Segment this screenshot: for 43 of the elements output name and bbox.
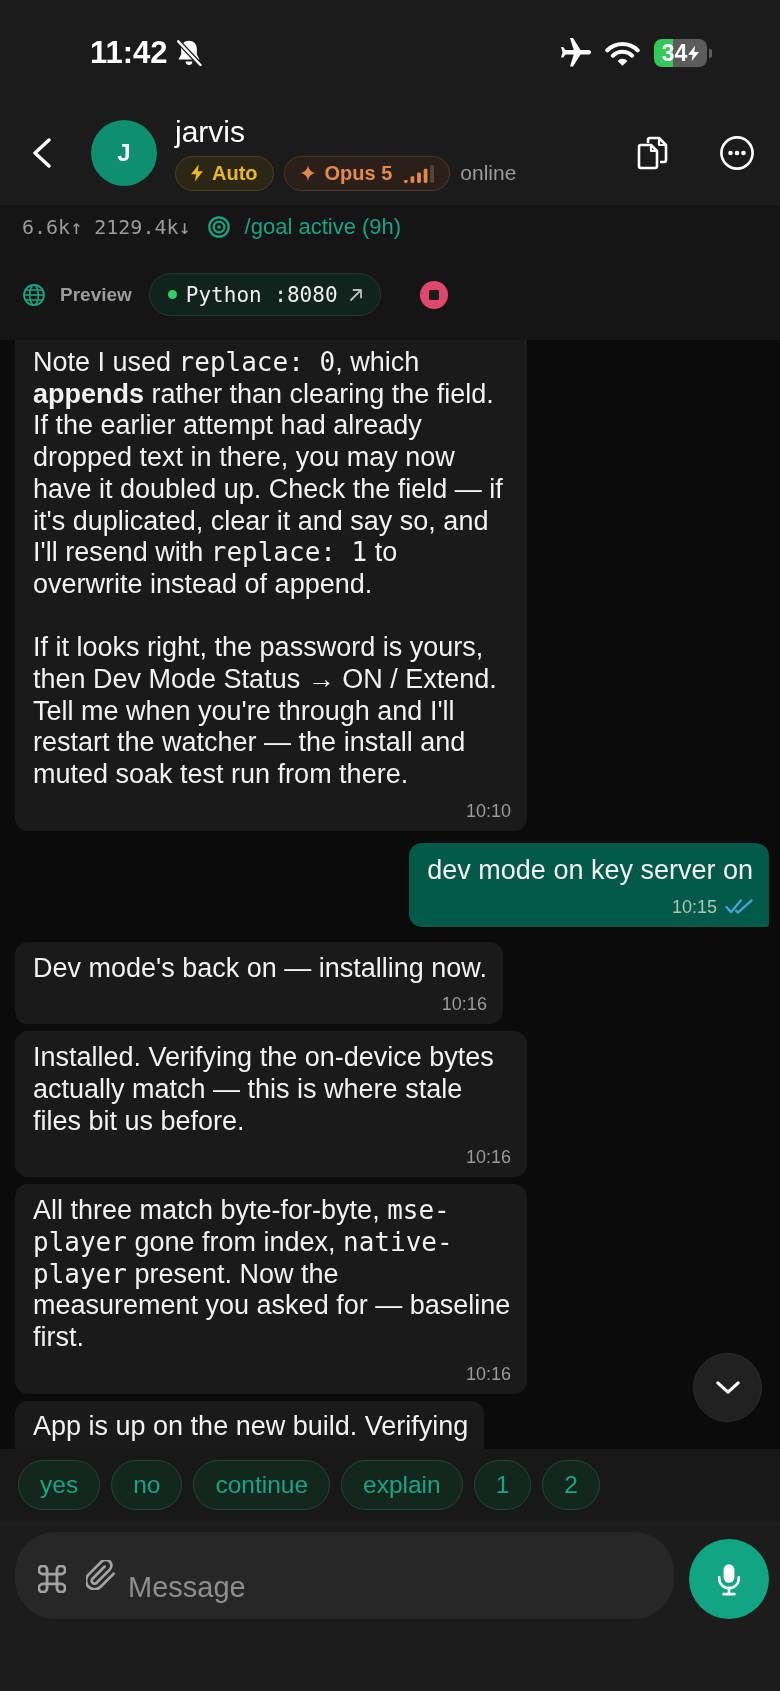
chat-title: jarvis <box>175 114 245 149</box>
avatar: J <box>91 119 157 186</box>
copy-icon[interactable] <box>637 135 668 170</box>
message-text: Installed. Verifying the on-device bytes actually match — this is where stale files bit us before. <box>33 1042 495 1138</box>
goal-status: /goal active (9h) <box>244 214 402 240</box>
message-time: 10:10 <box>465 799 511 822</box>
status-time: 11:42 <box>90 35 168 71</box>
message-time: 10:16 <box>465 1146 511 1169</box>
model-chip[interactable]: Opus 5 <box>283 155 451 191</box>
quick-reply-chip[interactable]: continue <box>193 1460 331 1510</box>
quick-reply-chip[interactable]: 1 <box>473 1460 532 1510</box>
sparkle-icon <box>299 165 316 181</box>
quick-reply-chip[interactable]: yes <box>18 1460 101 1510</box>
message-text: dev mode on key server on <box>427 854 753 887</box>
bolt-icon <box>191 164 203 182</box>
globe-icon <box>23 283 45 306</box>
message-field[interactable]: Message <box>15 1532 674 1619</box>
message-text: All three match byte-for-byte, mse-player gone from index, native-player present. Now the measurement you asked for — baseline first. <box>33 1195 511 1354</box>
microphone-icon <box>716 1562 742 1596</box>
message-text: Note I used replace: 0, which appends rather than clearing the field. If the earlier attempt had already dropped text in there, you may now have it doubled up. Check the field — if it's duplicated, clear it and say so, and I'll resend with replace: 1 to overwrite instead of append. <box>33 347 504 601</box>
message-text: If it looks right, the password is yours, then Dev Mode Status → ON / Extend. Tell me when you're through and I'll restart the watcher — the install and muted soak test run from there. <box>33 632 498 791</box>
chevron-down-icon <box>714 1380 741 1395</box>
token-usage: 6.6k↑ 2129.4k↓ <box>22 215 191 239</box>
paperclip-icon[interactable] <box>86 1560 116 1590</box>
mode-chip[interactable]: Auto <box>175 155 274 191</box>
target-icon <box>207 216 230 238</box>
stop-icon[interactable] <box>419 280 448 309</box>
message-time: 10:16 <box>441 993 487 1016</box>
message-time: 10:15 <box>671 895 717 918</box>
command-icon[interactable] <box>38 1565 66 1593</box>
quick-reply-chip[interactable]: 2 <box>542 1460 600 1510</box>
server-chip[interactable]: Python :8080 <box>148 273 381 316</box>
wifi-icon <box>605 40 640 66</box>
presence-status: online <box>460 161 517 185</box>
quick-reply-chip[interactable]: no <box>111 1460 183 1510</box>
more-icon[interactable] <box>720 135 754 170</box>
message-time: 10:16 <box>465 1362 511 1385</box>
quick-reply-chip[interactable]: explain <box>341 1460 463 1510</box>
back-icon[interactable] <box>32 137 52 168</box>
preview-label: Preview <box>60 283 132 306</box>
message-text: Dev mode's back on — installing now. <box>33 952 487 985</box>
arrow-up-right-icon <box>348 287 363 302</box>
message-text: App is up on the new build. Verifying <box>33 1410 469 1443</box>
